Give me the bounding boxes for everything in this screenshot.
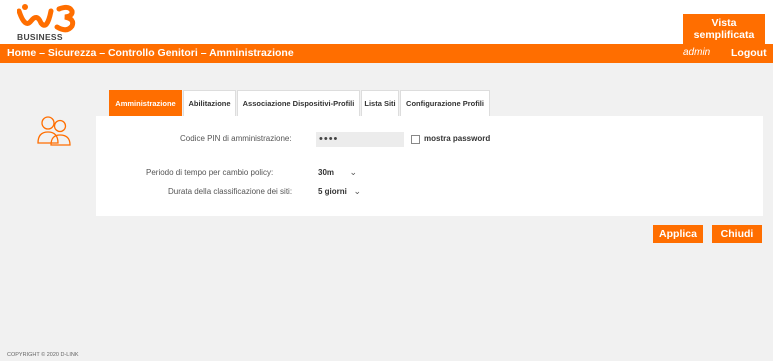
show-password-checkbox[interactable] <box>411 135 420 144</box>
users-icon <box>36 113 74 147</box>
policy-period-select[interactable]: 30m ⌄ <box>316 165 360 180</box>
chevron-down-icon: ⌄ <box>353 186 361 196</box>
policy-period-value: 30m <box>318 168 335 177</box>
brand-logo[interactable]: BUSINESS <box>17 3 87 43</box>
w3-logo-icon <box>17 4 76 33</box>
chevron-down-icon: ⌄ <box>349 167 357 177</box>
logout-link[interactable]: Logout <box>731 47 767 59</box>
nav-bar: Home – Sicurezza – Controllo Genitori – … <box>0 44 773 63</box>
pin-input[interactable]: •••• <box>316 132 404 147</box>
tab-amministrazione[interactable]: Amministrazione <box>109 90 182 116</box>
show-password-label: mostra password <box>424 134 491 143</box>
user-name: admin <box>683 47 711 58</box>
settings-panel <box>96 116 763 216</box>
header: BUSINESS Vista semplificata <box>0 0 773 44</box>
classification-duration-select[interactable]: 5 giorni ⌄ <box>316 184 364 199</box>
classification-duration-label: Durata della classificazione dei siti: <box>168 187 293 196</box>
classification-duration-value: 5 giorni <box>318 187 347 196</box>
simple-view-button[interactable]: Vista semplificata <box>683 14 765 44</box>
policy-period-label: Periodo di tempo per cambio policy: <box>146 168 274 177</box>
logo-text: BUSINESS <box>17 32 63 42</box>
tab-lista-siti[interactable]: Lista Siti <box>361 90 399 116</box>
tab-associazione-dispositivi-profili[interactable]: Associazione Dispositivi-Profili <box>237 90 360 116</box>
simple-view-line1: Vista <box>711 17 737 29</box>
simple-view-line2: semplificata <box>693 29 755 41</box>
copyright: COPYRIGHT © 2020 D-LINK <box>7 352 79 358</box>
pin-label: Codice PIN di amministrazione: <box>180 134 292 143</box>
apply-button[interactable]: Applica <box>653 225 703 243</box>
breadcrumb[interactable]: Home – Sicurezza – Controllo Genitori – … <box>7 47 294 59</box>
tab-configurazione-profili[interactable]: Configurazione Profili <box>400 90 490 116</box>
close-button[interactable]: Chiudi <box>712 225 762 243</box>
tab-abilitazione[interactable]: Abilitazione <box>183 90 236 116</box>
